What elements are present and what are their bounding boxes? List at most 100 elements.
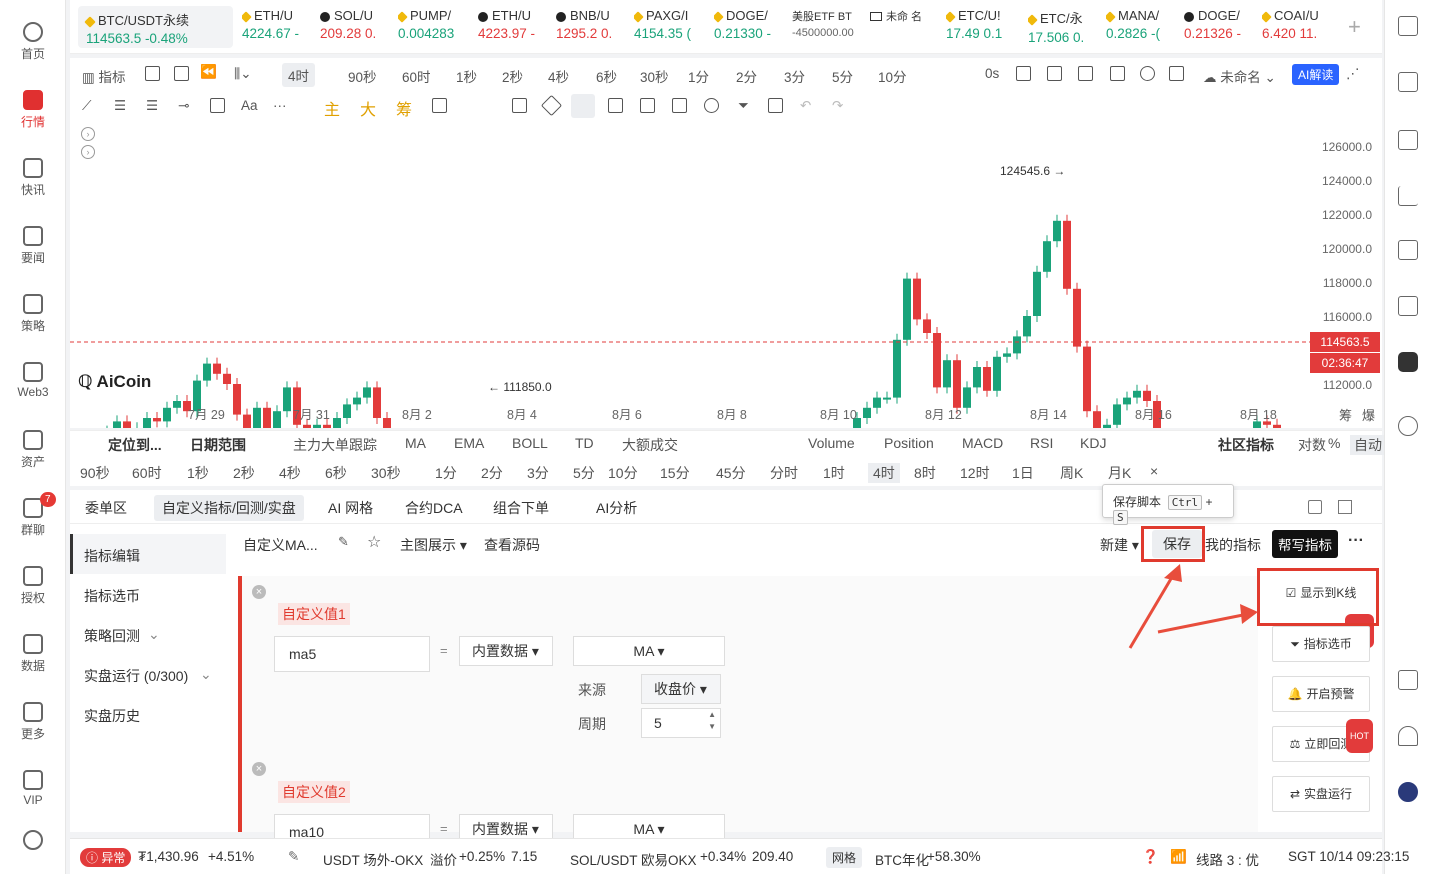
- rewind-icon[interactable]: ⏪: [200, 64, 217, 80]
- rect-tool-icon[interactable]: [210, 98, 225, 113]
- pen-icon[interactable]: ✎: [288, 849, 299, 865]
- chip-button[interactable]: 筹: [396, 96, 412, 120]
- indicator-toggle-13[interactable]: 社区指标: [1218, 435, 1274, 455]
- help-write-button[interactable]: 帮写指标: [1272, 530, 1338, 558]
- interval-0[interactable]: 4时: [282, 63, 316, 87]
- value1-type-select[interactable]: 内置数据 ▾: [459, 636, 553, 666]
- interval-tab-22[interactable]: ×: [1150, 463, 1158, 479]
- share-icon[interactable]: ⋰: [1346, 66, 1360, 82]
- panel-layout-icon[interactable]: [1398, 670, 1418, 690]
- interval-5[interactable]: 4秒: [548, 66, 569, 86]
- ticker-item[interactable]: ETH/U 4224.67 -: [242, 8, 316, 41]
- nav-item-10[interactable]: 更多: [0, 702, 66, 742]
- ticker-item[interactable]: 未命 名: [870, 8, 944, 27]
- panel-tab-0[interactable]: 委单区: [85, 498, 127, 518]
- big-order-button[interactable]: 大: [360, 96, 376, 120]
- panel-tab-1[interactable]: 自定义指标/回测/实盘: [154, 495, 304, 521]
- interval-tab-1[interactable]: 60时: [132, 463, 162, 483]
- indicator-toggle-8[interactable]: Volume: [808, 435, 855, 451]
- ai-analyze-button[interactable]: AI解读: [1292, 64, 1340, 85]
- etf-icon[interactable]: [1398, 296, 1418, 316]
- interval-tab-15[interactable]: 1时: [823, 463, 845, 483]
- ticker-item[interactable]: COAI/U 6.420 11.: [1262, 8, 1336, 41]
- ruler-tool-icon[interactable]: [540, 94, 563, 117]
- indicator-toggle-6[interactable]: TD: [575, 435, 594, 451]
- indicator-toggle-9[interactable]: Position: [884, 435, 934, 451]
- interval-tab-21[interactable]: 月K: [1108, 463, 1131, 483]
- nav-item-8[interactable]: 授权: [0, 566, 66, 606]
- interval-tab-18[interactable]: 12时: [960, 463, 990, 483]
- chip-toggle[interactable]: 筹: [1339, 405, 1352, 424]
- support-icon[interactable]: [1398, 726, 1418, 746]
- interval-4[interactable]: 2秒: [502, 66, 523, 86]
- kline-chart[interactable]: › › 124545.6 → ← 111850.0 ℚ AiCoin: [70, 122, 1382, 428]
- nav-item-7[interactable]: 群聊 7: [0, 492, 66, 538]
- interval-tab-0[interactable]: 90秒: [80, 463, 110, 483]
- indicator-button[interactable]: ▥ 指标: [82, 66, 126, 86]
- link-tool-icon[interactable]: [704, 98, 719, 113]
- undo-icon[interactable]: ↶: [800, 98, 811, 114]
- indicator-toggle-15[interactable]: %: [1328, 435, 1340, 451]
- more-tools-icon[interactable]: ···: [273, 98, 287, 113]
- interval-tab-4[interactable]: 4秒: [279, 463, 301, 483]
- channel-tool-icon[interactable]: ☰: [146, 98, 158, 114]
- nav-item-3[interactable]: 要闻: [0, 226, 66, 266]
- lock-tool-icon[interactable]: [640, 98, 655, 113]
- exchange-icon[interactable]: [1398, 416, 1418, 436]
- ticker-item[interactable]: ETC/永 17.506 0.: [1028, 8, 1102, 45]
- erase-tool-icon[interactable]: [464, 98, 479, 113]
- interval-tab-11[interactable]: 10分: [608, 463, 638, 483]
- interval-9[interactable]: 2分: [736, 66, 757, 86]
- edit-icon[interactable]: [1047, 66, 1062, 81]
- trend-icon[interactable]: [1398, 186, 1418, 206]
- edit-name-icon[interactable]: ✎: [338, 534, 349, 550]
- nav-item-2[interactable]: 快讯: [0, 158, 66, 198]
- interval-6[interactable]: 6秒: [596, 66, 617, 86]
- interval-tab-2[interactable]: 1秒: [187, 463, 209, 483]
- main-ticker[interactable]: BTC/USDT永续 114563.5 -0.48%: [78, 6, 233, 48]
- interval-8[interactable]: 1分: [688, 66, 709, 86]
- add-ticker-button[interactable]: +: [1348, 14, 1361, 40]
- interval-2[interactable]: 60时: [402, 66, 431, 86]
- indicator-toggle-4[interactable]: EMA: [454, 435, 484, 451]
- hide-tool-icon[interactable]: [672, 98, 687, 113]
- nav-item-6[interactable]: 资产: [0, 430, 66, 470]
- source-select[interactable]: 收盘价 ▾: [641, 674, 721, 704]
- filter-tool-icon[interactable]: ⏷: [738, 98, 749, 114]
- funds-icon[interactable]: [1398, 130, 1418, 150]
- alert-badge[interactable]: ⓘ 异常: [80, 848, 132, 867]
- new-button[interactable]: 新建 ▾: [1100, 535, 1139, 555]
- interval-3[interactable]: 1秒: [456, 66, 477, 86]
- list-icon[interactable]: [1110, 66, 1125, 81]
- panel-tab-5[interactable]: AI分析: [596, 498, 637, 518]
- panel-tab-2[interactable]: AI 网格: [328, 498, 373, 518]
- main-force-button[interactable]: 主: [324, 96, 340, 120]
- layout-grid-icon[interactable]: [1398, 16, 1418, 36]
- indicator-toggle-1[interactable]: 日期范围: [190, 435, 246, 455]
- value1-func-select[interactable]: MA ▾: [573, 636, 725, 666]
- expand-icon[interactable]: ›: [81, 127, 95, 141]
- indicator-toggle-14[interactable]: 对数: [1298, 435, 1326, 455]
- pen-tool-active[interactable]: [571, 94, 595, 118]
- ticker-item[interactable]: BNB/U 1295.2 0.: [556, 8, 630, 41]
- interval-tab-14[interactable]: 分时: [770, 463, 798, 483]
- sidebar-item-4[interactable]: 实盘历史: [84, 706, 140, 726]
- settings-icon[interactable]: [1140, 66, 1155, 81]
- display-mode-select[interactable]: 主图展示 ▾: [400, 535, 467, 555]
- orderbook-icon[interactable]: [1398, 72, 1418, 92]
- cursor-tool-icon[interactable]: [512, 98, 527, 113]
- interval-7[interactable]: 30秒: [640, 66, 669, 86]
- period-stepper[interactable]: 5 ▲ ▼: [641, 708, 721, 738]
- ticker-item[interactable]: 美股ETF BT -4500000.00: [792, 8, 866, 39]
- indicator-toggle-12[interactable]: KDJ: [1080, 435, 1106, 451]
- nav-item-0[interactable]: 首页: [0, 22, 66, 62]
- trash-tool-icon[interactable]: [768, 98, 783, 113]
- nav-item-11[interactable]: VIP: [0, 770, 66, 807]
- popout-icon[interactable]: [1308, 500, 1322, 514]
- network-line[interactable]: 线路 3 : 优: [1196, 849, 1259, 869]
- refresh-tool-icon[interactable]: [432, 98, 447, 113]
- interval-10[interactable]: 3分: [784, 66, 805, 86]
- sidebar-item-3[interactable]: 实盘运行 (0/300): [84, 666, 188, 686]
- remove-value2-icon[interactable]: ×: [252, 762, 266, 776]
- interval-tab-20[interactable]: 周K: [1060, 463, 1083, 483]
